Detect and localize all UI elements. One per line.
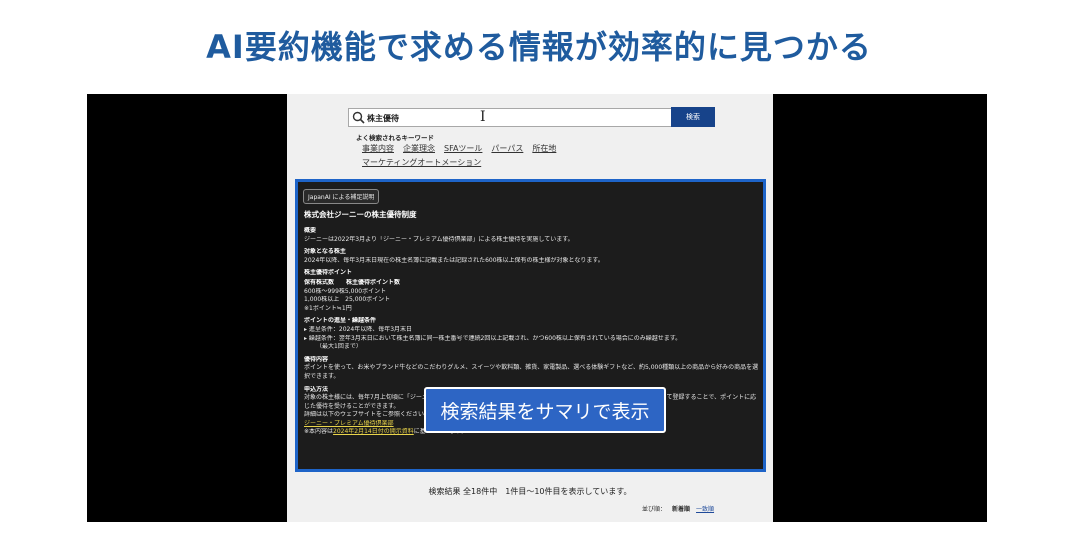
keyword-list: 事業内容 企業理念 SFAツール パーパス 所在地 マーケティングオートメーショ… bbox=[362, 143, 612, 168]
keyword-link[interactable]: 企業理念 bbox=[403, 143, 435, 154]
keyword-link[interactable]: 所在地 bbox=[532, 143, 556, 154]
search-box[interactable]: I bbox=[348, 108, 672, 127]
sort-option-newest[interactable]: 新着順 bbox=[672, 506, 690, 513]
bullet-note: （最大1回まで） bbox=[316, 343, 362, 351]
sort-label: 並び順： bbox=[642, 506, 667, 513]
disclosure-link[interactable]: 2024年2月14日付の開示資料 bbox=[333, 428, 414, 435]
screen-recording: I 検索 よく検索されるキーワード 事業内容 企業理念 SFAツール パーパス … bbox=[287, 94, 773, 522]
bullet-item: ▸ 進呈条件：2024年以降、毎年3月末日 bbox=[304, 325, 413, 333]
search-input[interactable] bbox=[367, 111, 627, 125]
keywords-title: よく検索されるキーワード bbox=[356, 134, 434, 142]
sort-control: 並び順： 新着順 一致順 bbox=[642, 504, 714, 513]
section-heading: ポイントの進呈・繰越条件 bbox=[304, 317, 377, 325]
section-heading: 概要 bbox=[304, 227, 317, 234]
summary-text: 2024年以降、毎年3月末日現在の株主名簿に記載または記録された600株以上保有… bbox=[304, 256, 604, 264]
summary-text: ポイントを使って、お米やブランド牛などのこだわりグルメ、スイーツや飲料類、雑貨、… bbox=[304, 364, 759, 380]
section-heading: 対象となる株主 bbox=[304, 248, 346, 256]
summary-text: ジーニーは2022年3月より「ジーニー・プレミアム優待倶楽部」による株主優待を実… bbox=[304, 235, 574, 243]
keyword-link[interactable]: マーケティングオートメーション bbox=[362, 157, 481, 168]
keyword-link[interactable]: パーパス bbox=[491, 143, 523, 154]
sort-option-match[interactable]: 一致順 bbox=[696, 506, 714, 513]
keyword-link[interactable]: 事業内容 bbox=[362, 143, 394, 154]
overlay-caption: 検索結果をサマリで表示 bbox=[424, 387, 666, 433]
source-prefix: ※本内容は bbox=[304, 428, 334, 436]
search-button[interactable]: 検索 bbox=[671, 107, 715, 127]
bullet-text: 繰越条件：翌年3月末日において株主名簿に同一株主番号で連続2回以上記載され、かつ… bbox=[308, 334, 682, 342]
points-row: 1,000株以上 25,000ポイント bbox=[304, 296, 391, 304]
search-icon bbox=[352, 111, 365, 124]
keyword-link[interactable]: SFAツール bbox=[444, 143, 482, 154]
points-note: ※1ポイント≒1円 bbox=[304, 304, 352, 312]
ai-summary-title: 株式会社ジーニーの株主優待制度 bbox=[304, 210, 417, 219]
bullet-item: ▸ 繰越条件：翌年3月末日において株主名簿に同一株主番号で連続2回以上記載され、… bbox=[304, 334, 682, 342]
section-heading: 株主優待ポイント bbox=[304, 269, 353, 277]
headline: AI要約機能で求める情報が効率的に見つかる bbox=[206, 28, 872, 66]
video-frame: I 検索 よく検索されるキーワード 事業内容 企業理念 SFAツール パーパス … bbox=[87, 94, 987, 522]
bullet-text: 進呈条件：2024年以降、毎年3月末日 bbox=[308, 325, 413, 333]
ai-summary-panel: JapanAI による補足説明 株式会社ジーニーの株主優待制度 概要 ジーニーは… bbox=[295, 179, 766, 472]
points-table-header: 保有株式数 株主優待ポイント数 bbox=[304, 278, 401, 286]
results-count: 検索結果 全18件中 1件目〜10件目を表示しています。 bbox=[428, 487, 632, 496]
text-cursor-icon: I bbox=[480, 109, 486, 125]
points-row: 600株〜999株5,000ポイント bbox=[304, 287, 387, 295]
ai-badge: JapanAI による補足説明 bbox=[303, 189, 380, 204]
website-link[interactable]: ジーニー・プレミアム優待倶楽部 bbox=[304, 420, 394, 427]
